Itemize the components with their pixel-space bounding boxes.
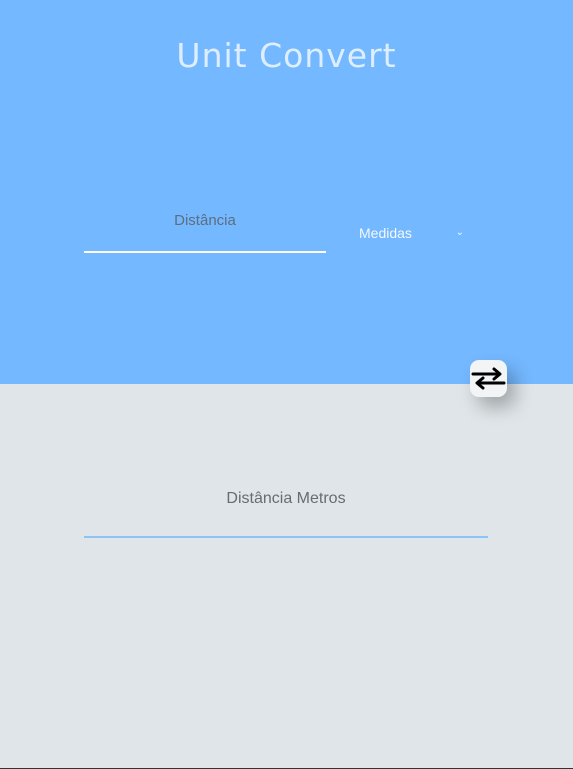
chevron-down-icon: ⌄ bbox=[455, 227, 464, 238]
top-panel: Unit Convert Medidas ⌄ bbox=[0, 0, 573, 384]
app-title: Unit Convert bbox=[176, 36, 397, 75]
unit-converter-app: Unit Convert Medidas ⌄ bbox=[0, 0, 573, 769]
distance-input[interactable] bbox=[84, 200, 326, 251]
output-field-wrapper bbox=[84, 478, 488, 538]
bottom-panel bbox=[0, 384, 573, 768]
swap-arrows-icon bbox=[471, 367, 506, 390]
distance-input-wrapper bbox=[84, 200, 326, 253]
units-select[interactable]: Medidas ⌄ bbox=[352, 218, 470, 248]
swap-button[interactable] bbox=[470, 360, 507, 397]
output-distance-field[interactable] bbox=[84, 478, 488, 536]
units-select-value: Medidas bbox=[359, 225, 412, 241]
